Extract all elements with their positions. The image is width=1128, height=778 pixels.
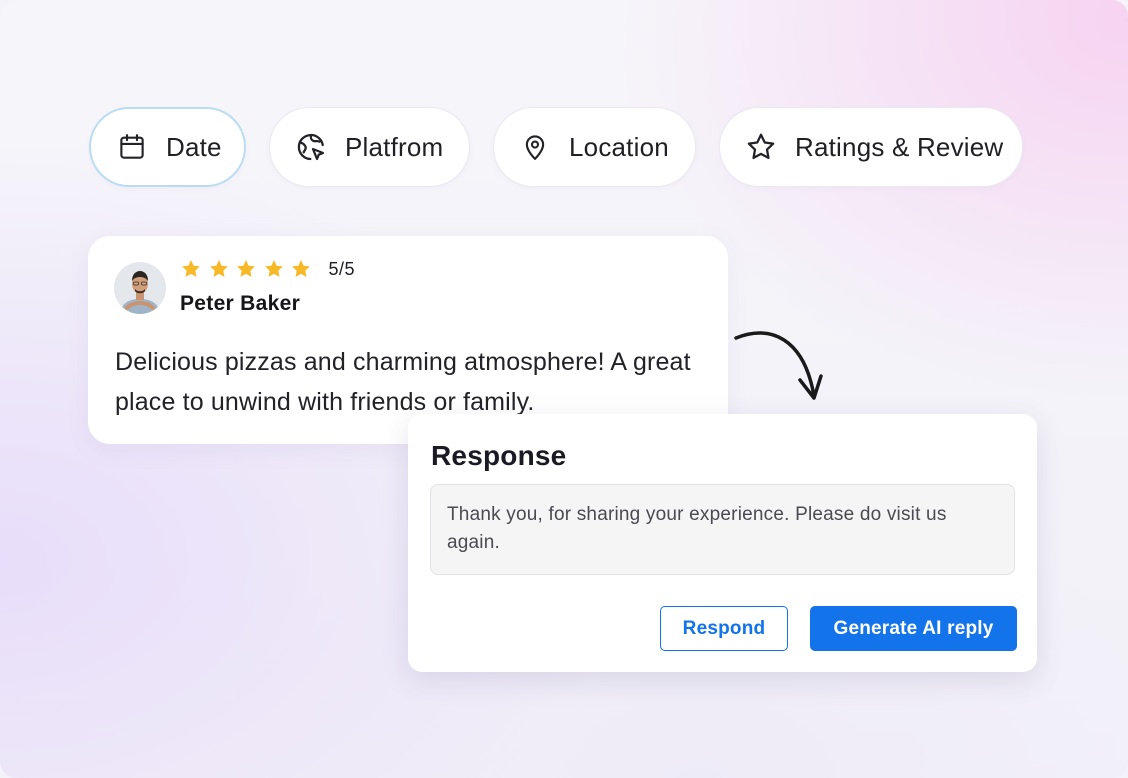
rating-text: 5/5 [328, 258, 356, 279]
review-card: 5/5 Peter Baker Delicious pizzas and cha… [88, 236, 728, 444]
star-rating: 5/5 [180, 258, 355, 280]
response-card: Response Thank you, for sharing your exp… [408, 414, 1037, 672]
generate-ai-reply-button[interactable]: Generate AI reply [810, 606, 1017, 651]
star-icon [292, 260, 310, 277]
review-text: Delicious pizzas and charming atmosphere… [115, 348, 691, 416]
avatar [114, 262, 166, 314]
filter-chip-label: Platfrom [345, 131, 444, 162]
respond-button[interactable]: Respond [660, 606, 788, 651]
canvas: Date Platfrom Location Ratings & Review … [0, 0, 1128, 778]
calendar-icon [116, 131, 148, 163]
filter-chip-date[interactable]: Date [89, 107, 246, 187]
filter-chip-platform[interactable]: Platfrom [269, 107, 470, 187]
curved-arrow-icon [734, 331, 823, 400]
globe-cursor-icon [295, 131, 327, 163]
filter-chip-label: Date [166, 131, 222, 162]
response-title: Response [431, 440, 567, 471]
filter-chip-label: Location [569, 131, 669, 162]
star-icon [209, 260, 228, 277]
location-pin-icon [519, 131, 551, 163]
star-icon [264, 260, 283, 277]
star-outline-icon [745, 131, 777, 163]
star-icon [237, 260, 255, 277]
star-icon [182, 260, 200, 277]
reviewer-name: Peter Baker [180, 292, 301, 315]
filter-chip-ratings-review[interactable]: Ratings & Review [719, 107, 1023, 187]
filter-chip-location[interactable]: Location [493, 107, 696, 187]
filter-chip-label: Ratings & Review [795, 131, 1004, 162]
response-textarea[interactable]: Thank you, for sharing your experience. … [430, 484, 1015, 575]
